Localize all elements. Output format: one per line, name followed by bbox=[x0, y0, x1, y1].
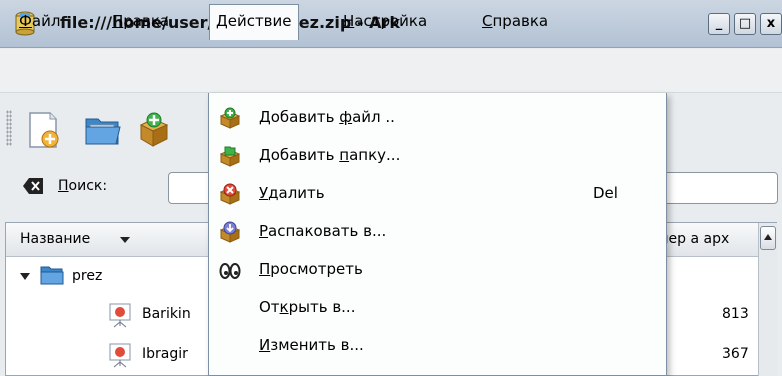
folder-icon bbox=[40, 266, 64, 285]
extract-icon bbox=[219, 221, 241, 243]
close-button[interactable]: x bbox=[760, 13, 782, 35]
add-file-icon[interactable] bbox=[138, 111, 168, 149]
search-label: Поиск: bbox=[58, 178, 108, 194]
action-menu: Добавить файл .. Добавить папку... Удали… bbox=[208, 93, 667, 376]
clear-search-icon[interactable] bbox=[22, 176, 44, 196]
menu-edit[interactable]: Правка bbox=[112, 12, 169, 30]
presentation-file-icon bbox=[109, 303, 131, 328]
menu-item-edit-with[interactable]: Изменить в... bbox=[209, 327, 666, 365]
add-folder-icon bbox=[219, 146, 241, 167]
scroll-up-button[interactable] bbox=[760, 226, 776, 250]
menu-item-preview[interactable]: Просмотреть bbox=[209, 251, 666, 289]
delete-icon bbox=[219, 183, 241, 205]
new-archive-icon[interactable] bbox=[24, 111, 62, 149]
menu-settings[interactable]: Настройка bbox=[343, 12, 427, 30]
preview-icon bbox=[219, 263, 241, 279]
maximize-button[interactable]: □ bbox=[734, 13, 756, 35]
menu-help[interactable]: Справка bbox=[482, 12, 548, 30]
row-name: Barikin bbox=[142, 306, 191, 322]
open-folder-icon[interactable] bbox=[84, 113, 122, 147]
row-size: 367 bbox=[722, 346, 749, 362]
menu-action[interactable]: Действие bbox=[209, 4, 299, 40]
column-header-size[interactable]: мер а арх bbox=[658, 231, 729, 247]
sort-descending-icon[interactable] bbox=[120, 237, 130, 243]
add-file-icon bbox=[219, 107, 241, 129]
presentation-file-icon bbox=[109, 343, 131, 368]
column-header-name[interactable]: Название bbox=[20, 231, 90, 247]
minimize-button[interactable]: _ bbox=[708, 13, 730, 35]
menu-item-add-file[interactable]: Добавить файл .. bbox=[209, 99, 666, 137]
menu-item-delete[interactable]: Удалить Del bbox=[209, 175, 666, 213]
menu-item-add-folder[interactable]: Добавить папку... bbox=[209, 137, 666, 175]
menu-file[interactable]: Файл bbox=[19, 12, 60, 30]
row-name: prez bbox=[72, 268, 103, 284]
row-size: 813 bbox=[722, 306, 749, 322]
expand-arrow-icon[interactable] bbox=[20, 273, 30, 280]
menu-item-extract[interactable]: Распаковать в... bbox=[209, 213, 666, 251]
menu-item-open-with[interactable]: Открыть в... bbox=[209, 289, 666, 327]
toolbar-grip[interactable] bbox=[6, 110, 12, 146]
menu-bar bbox=[0, 49, 782, 93]
shortcut-label: Del bbox=[593, 184, 618, 202]
row-name: Ibragir bbox=[142, 346, 188, 362]
